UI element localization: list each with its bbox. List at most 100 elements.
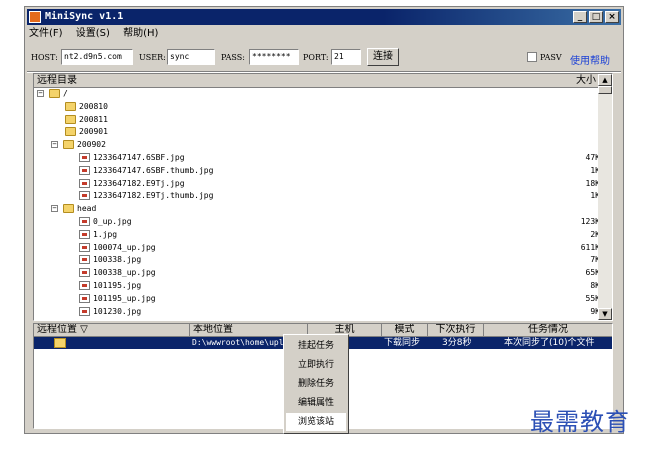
item-name: 100338_up.jpg xyxy=(93,268,156,278)
menu-bar: 文件(F) 设置(S) 帮助(H) xyxy=(29,27,168,41)
tree-file-row[interactable]: 100074_up.jpg 611K xyxy=(34,242,600,253)
tree-folder-row[interactable]: − / xyxy=(34,88,600,99)
image-file-icon xyxy=(79,281,90,290)
folder-icon xyxy=(63,204,74,214)
help-link[interactable]: 使用帮助 xyxy=(570,52,610,67)
menu-edit-properties[interactable]: 编辑属性 xyxy=(286,394,346,412)
menu-help[interactable]: 帮助(H) xyxy=(123,28,158,39)
maximize-icon[interactable]: □ xyxy=(589,11,603,23)
tree-folder-row[interactable]: 200901 xyxy=(34,126,600,137)
remote-file-tree: 远程目录 大小 −/200810 200811 200901−200902 12336… xyxy=(33,73,613,321)
image-file-icon xyxy=(79,165,90,175)
item-name: 100074_up.jpg xyxy=(93,242,156,252)
folder-icon xyxy=(63,140,74,150)
collapse-icon[interactable]: − xyxy=(51,205,58,213)
image-file-icon xyxy=(79,191,90,201)
folder-icon xyxy=(65,114,76,124)
collapse-icon[interactable]: − xyxy=(51,141,58,149)
tree-file-row[interactable]: 101230.jpg 9K xyxy=(34,306,600,317)
tree-file-row[interactable]: 1233647182.E9Tj.jpg 18K xyxy=(34,178,600,189)
col-next[interactable]: 下次执行 xyxy=(428,324,484,336)
vertical-scrollbar[interactable]: ▲ ▼ xyxy=(598,74,612,320)
tree-folder-row[interactable]: − head xyxy=(34,203,600,214)
pass-input[interactable]: ******** xyxy=(249,49,299,65)
user-label: USER: xyxy=(139,53,166,62)
image-file-icon xyxy=(79,293,90,303)
tree-file-row[interactable]: 100338.jpg 7K xyxy=(34,254,600,265)
item-name: 1233647182.E9Tj.jpg xyxy=(93,178,185,188)
image-file-icon xyxy=(79,268,90,278)
item-name: 1.jpg xyxy=(93,229,118,239)
tree-file-row[interactable]: 1.jpg 2K xyxy=(34,229,600,240)
item-name: head xyxy=(77,204,97,214)
tree-file-row[interactable]: 1233647182.E9Tj.thumb.jpg 1K xyxy=(34,190,600,201)
host-input[interactable]: nt2.d9n5.com xyxy=(61,49,133,65)
tree-file-row[interactable]: 1233647147.6SBF.jpg 47K xyxy=(34,152,600,163)
menu-run-now[interactable]: 立即执行 xyxy=(286,356,346,374)
watermark: 最需教育 xyxy=(530,408,630,436)
item-name: 101195_up.jpg xyxy=(93,293,156,303)
item-name: 101195.jpg xyxy=(93,281,142,290)
scroll-thumb[interactable] xyxy=(598,86,612,94)
size-header[interactable]: 大小 xyxy=(576,74,596,87)
item-name: / xyxy=(63,89,68,98)
user-input[interactable]: sync xyxy=(167,49,215,65)
task-status: 本次同步了(10)个文件 xyxy=(504,338,595,348)
image-file-icon xyxy=(79,178,90,188)
item-name: 200810 xyxy=(79,101,108,111)
menu-delete-task[interactable]: 删除任务 xyxy=(286,375,346,393)
app-icon xyxy=(29,11,41,23)
item-name: 200902 xyxy=(77,140,106,150)
folder-icon xyxy=(49,89,60,98)
menu-settings[interactable]: 设置(S) xyxy=(76,28,110,39)
image-file-icon xyxy=(79,255,90,265)
pass-label: PASS: xyxy=(221,53,245,62)
pasv-checkbox[interactable] xyxy=(527,52,537,62)
item-name: 1233647147.6SBF.thumb.jpg xyxy=(93,165,214,175)
pasv-label: PASV xyxy=(540,53,562,62)
item-name: 1233647182.E9Tj.thumb.jpg xyxy=(93,191,214,201)
task-mode: 下载同步 xyxy=(384,338,421,348)
scroll-up-icon[interactable]: ▲ xyxy=(598,74,612,86)
image-file-icon xyxy=(79,217,90,226)
folder-icon xyxy=(65,127,76,137)
host-label: HOST: xyxy=(31,53,58,62)
title-bar[interactable]: MiniSync v1.1 _ □ × xyxy=(27,9,621,25)
remote-header: 远程目录 大小 xyxy=(34,74,600,88)
close-icon[interactable]: × xyxy=(605,11,619,23)
item-name: 200811 xyxy=(79,114,108,124)
item-name: 200901 xyxy=(79,127,108,137)
connect-button[interactable]: 连接 xyxy=(367,48,399,66)
scroll-down-icon[interactable]: ▼ xyxy=(598,308,612,320)
task-next: 3分8秒 xyxy=(442,338,472,348)
menu-suspend-task[interactable]: 挂起任务 xyxy=(286,337,346,355)
tree-file-row[interactable]: 1233647147.6SBF.thumb.jpg 1K xyxy=(34,165,600,176)
image-file-icon xyxy=(79,229,90,239)
image-file-icon xyxy=(79,242,90,252)
remote-dir-header[interactable]: 远程目录 xyxy=(37,74,77,87)
folder-icon xyxy=(65,101,76,111)
tree-file-row[interactable]: 101195.jpg 8K xyxy=(34,280,600,291)
item-name: 101230.jpg xyxy=(93,306,142,316)
menu-browse-site[interactable]: 浏览该站 xyxy=(286,413,346,431)
context-menu: 挂起任务 立即执行 删除任务 编辑属性 浏览该站 xyxy=(283,334,349,434)
tree-folder-row[interactable]: 200811 xyxy=(34,114,600,125)
collapse-icon[interactable]: − xyxy=(37,90,44,97)
image-file-icon xyxy=(79,153,90,162)
item-name: 0_up.jpg xyxy=(93,217,132,226)
image-file-icon xyxy=(79,306,90,316)
port-input[interactable]: 21 xyxy=(331,49,361,65)
col-status[interactable]: 任务情况 xyxy=(484,324,612,336)
tree-folder-row[interactable]: 200810 xyxy=(34,101,600,112)
tree-file-row[interactable]: 101195_up.jpg 55K xyxy=(34,293,600,304)
col-remote[interactable]: 远程位置 ▽ xyxy=(34,324,190,336)
menu-file[interactable]: 文件(F) xyxy=(29,28,63,39)
tree-file-row[interactable]: 0_up.jpg 123K xyxy=(34,216,600,227)
item-name: 100338.jpg xyxy=(93,255,142,265)
col-mode[interactable]: 模式 xyxy=(382,324,428,336)
folder-icon xyxy=(54,338,66,348)
tree-folder-row[interactable]: − 200902 xyxy=(34,139,600,150)
minimize-icon[interactable]: _ xyxy=(573,11,587,23)
connection-bar: HOST: nt2.d9n5.com USER: sync PASS: ****… xyxy=(27,47,621,69)
tree-file-row[interactable]: 100338_up.jpg 65K xyxy=(34,267,600,278)
